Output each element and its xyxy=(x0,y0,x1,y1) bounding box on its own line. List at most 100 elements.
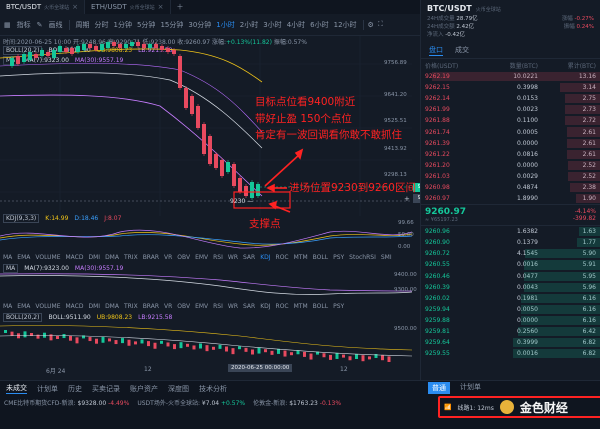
indicator-option[interactable]: SAR xyxy=(243,254,255,261)
bid-row[interactable]: 9259.88 0.0000 6.16 xyxy=(421,315,600,326)
indicator-option[interactable]: MA xyxy=(3,254,12,261)
indicator-option[interactable]: OBV xyxy=(177,303,190,310)
bottom-tab[interactable]: 计划单 xyxy=(37,384,58,394)
indicator-option[interactable]: KDJ xyxy=(260,303,270,310)
indicator-button[interactable]: 指标 xyxy=(15,19,33,31)
bid-row[interactable]: 9260.46 0.0477 5.95 xyxy=(421,271,600,282)
indicator-option[interactable]: DMA xyxy=(105,303,119,310)
ask-row[interactable]: 9260.97 1.8990 1.90 xyxy=(421,193,600,204)
indicator-option[interactable]: OBV xyxy=(177,254,190,261)
tab-trades[interactable]: 成交 xyxy=(455,45,469,56)
ask-row[interactable]: 9261.20 0.0000 2.52 xyxy=(421,160,600,171)
kdj-chart[interactable] xyxy=(0,222,412,250)
indicator-option[interactable]: MA xyxy=(3,303,12,310)
indicator-option[interactable]: EMV xyxy=(195,303,208,310)
indicator-option[interactable]: VOLUME xyxy=(35,303,60,310)
bottom-tab[interactable]: 技术分析 xyxy=(199,384,227,394)
indicator-option[interactable]: VR xyxy=(164,254,172,261)
bottom-tab[interactable]: 未成交 xyxy=(6,383,27,394)
close-icon[interactable]: × xyxy=(72,3,78,11)
indicator-option[interactable]: DMA xyxy=(105,254,119,261)
period-2[interactable]: 1分钟 xyxy=(112,19,134,31)
ask-row[interactable]: 9260.98 0.4874 2.38 xyxy=(421,182,600,193)
bottom-tab[interactable]: 历史 xyxy=(68,384,82,394)
ask-row[interactable]: 9261.74 0.0005 2.61 xyxy=(421,126,600,137)
indicator-option[interactable]: KDJ xyxy=(260,254,270,261)
bid-row[interactable]: 9260.39 0.0043 5.96 xyxy=(421,282,600,293)
period-6[interactable]: 1小时 xyxy=(214,19,236,31)
bottom-tab[interactable]: 深度图 xyxy=(168,384,189,394)
indicator-option[interactable]: PSY xyxy=(333,254,344,261)
indicator-option[interactable]: StochRSI xyxy=(349,254,376,261)
ask-row[interactable]: 9261.03 0.0029 2.52 xyxy=(421,171,600,182)
period-0[interactable]: 周期 xyxy=(74,19,92,31)
indicator-option[interactable]: BRAR xyxy=(143,254,159,261)
indicator-option[interactable]: DMI xyxy=(88,254,100,261)
indicator-option[interactable]: MACD xyxy=(65,254,83,261)
period-8[interactable]: 3小时 xyxy=(261,19,283,31)
settings-icon[interactable]: ⚙ xyxy=(368,21,374,29)
ask-row[interactable]: 9261.39 0.0000 2.61 xyxy=(421,138,600,149)
period-3[interactable]: 5分钟 xyxy=(135,19,157,31)
ask-row[interactable]: 9262.15 0.3998 3.14 xyxy=(421,82,600,93)
indicator-option[interactable]: DMI xyxy=(88,303,100,310)
tab-normal[interactable]: 普通 xyxy=(428,382,450,394)
indicator-option[interactable]: VR xyxy=(164,303,172,310)
indicator-option[interactable]: EMA xyxy=(17,303,30,310)
period-4[interactable]: 15分钟 xyxy=(158,19,185,31)
bid-row[interactable]: 9259.94 0.0050 6.16 xyxy=(421,304,600,315)
indicator-option[interactable]: WR xyxy=(228,303,238,310)
tab-plan[interactable]: 计划单 xyxy=(460,382,481,394)
bottom-tab[interactable]: 买卖记录 xyxy=(92,384,120,394)
bid-row[interactable]: 9260.72 4.1545 5.90 xyxy=(421,248,600,259)
indicator-option[interactable]: RSI xyxy=(213,303,223,310)
indicator-option[interactable]: EMA xyxy=(17,254,30,261)
indicator-option[interactable]: EMV xyxy=(195,254,208,261)
bid-row[interactable]: 9260.02 0.1981 6.16 xyxy=(421,293,600,304)
indicator-option[interactable]: BOLL xyxy=(313,303,328,310)
indicator-option[interactable]: PSY xyxy=(333,303,344,310)
close-icon[interactable]: × xyxy=(158,3,164,11)
indicator-option[interactable]: MTM xyxy=(294,254,308,261)
bid-row[interactable]: 9259.55 0.0016 6.82 xyxy=(421,348,600,359)
indicator-option[interactable]: ROC xyxy=(276,254,289,261)
boll-panel-chart[interactable] xyxy=(0,320,412,362)
ask-row[interactable]: 9261.88 0.1100 2.72 xyxy=(421,115,600,126)
bid-row[interactable]: 9260.96 1.6382 1.63 xyxy=(421,226,600,237)
indicator-option[interactable]: BOLL xyxy=(313,254,328,261)
indicator-option[interactable]: RSI xyxy=(213,254,223,261)
ask-row[interactable]: 9261.99 0.0023 2.73 xyxy=(421,104,600,115)
indicator-option[interactable]: TRIX xyxy=(124,254,138,261)
bid-row[interactable]: 9260.90 0.1379 1.77 xyxy=(421,237,600,248)
fullscreen-icon[interactable]: ⛶ xyxy=(378,20,383,29)
period-9[interactable]: 4小时 xyxy=(285,19,307,31)
draw-button[interactable]: 画线 xyxy=(47,19,65,31)
add-tab-button[interactable]: ＋ xyxy=(171,0,190,14)
pencil-icon[interactable]: ✎ xyxy=(37,21,43,29)
ma-panel-chart[interactable] xyxy=(0,272,412,298)
indicator-option[interactable]: WR xyxy=(228,254,238,261)
tab-orderbook[interactable]: 盘口 xyxy=(429,45,443,56)
period-1[interactable]: 分时 xyxy=(93,19,111,31)
indicator-option[interactable]: MACD xyxy=(65,303,83,310)
indicator-option[interactable]: ROC xyxy=(276,303,289,310)
ask-row[interactable]: 9262.19 10.0221 13.16 xyxy=(421,71,600,82)
period-11[interactable]: 12小时 xyxy=(332,19,359,31)
chart-icon[interactable]: ▦ xyxy=(4,21,11,29)
bid-row[interactable]: 9259.81 0.2560 6.42 xyxy=(421,326,600,337)
indicator-option[interactable]: TRIX xyxy=(124,303,138,310)
bottom-tab[interactable]: 账户资产 xyxy=(130,384,158,394)
ticker-item[interactable]: CME比特币期货CFD-新浪: $9328.00 -4.49% xyxy=(4,398,129,407)
period-7[interactable]: 2小时 xyxy=(238,19,260,31)
bid-row[interactable]: 9259.64 0.3999 6.82 xyxy=(421,337,600,348)
tab-eth-usdt[interactable]: ETH/USDT 火币全球站 × xyxy=(85,0,171,14)
bid-row[interactable]: 9260.55 0.0016 5.91 xyxy=(421,259,600,270)
indicator-option[interactable]: VOLUME xyxy=(35,254,60,261)
indicator-option[interactable]: SAR xyxy=(243,303,255,310)
indicator-option[interactable]: SMI xyxy=(381,254,392,261)
ask-row[interactable]: 9261.22 0.0816 2.61 xyxy=(421,149,600,160)
ticker-item[interactable]: USDT场外-火币全球站: ¥7.04 +0.57% xyxy=(137,398,245,407)
indicator-option[interactable]: MTM xyxy=(294,303,308,310)
indicator-option[interactable]: BRAR xyxy=(143,303,159,310)
tab-btc-usdt[interactable]: BTC/USDT 火币全球站 × xyxy=(0,0,86,14)
